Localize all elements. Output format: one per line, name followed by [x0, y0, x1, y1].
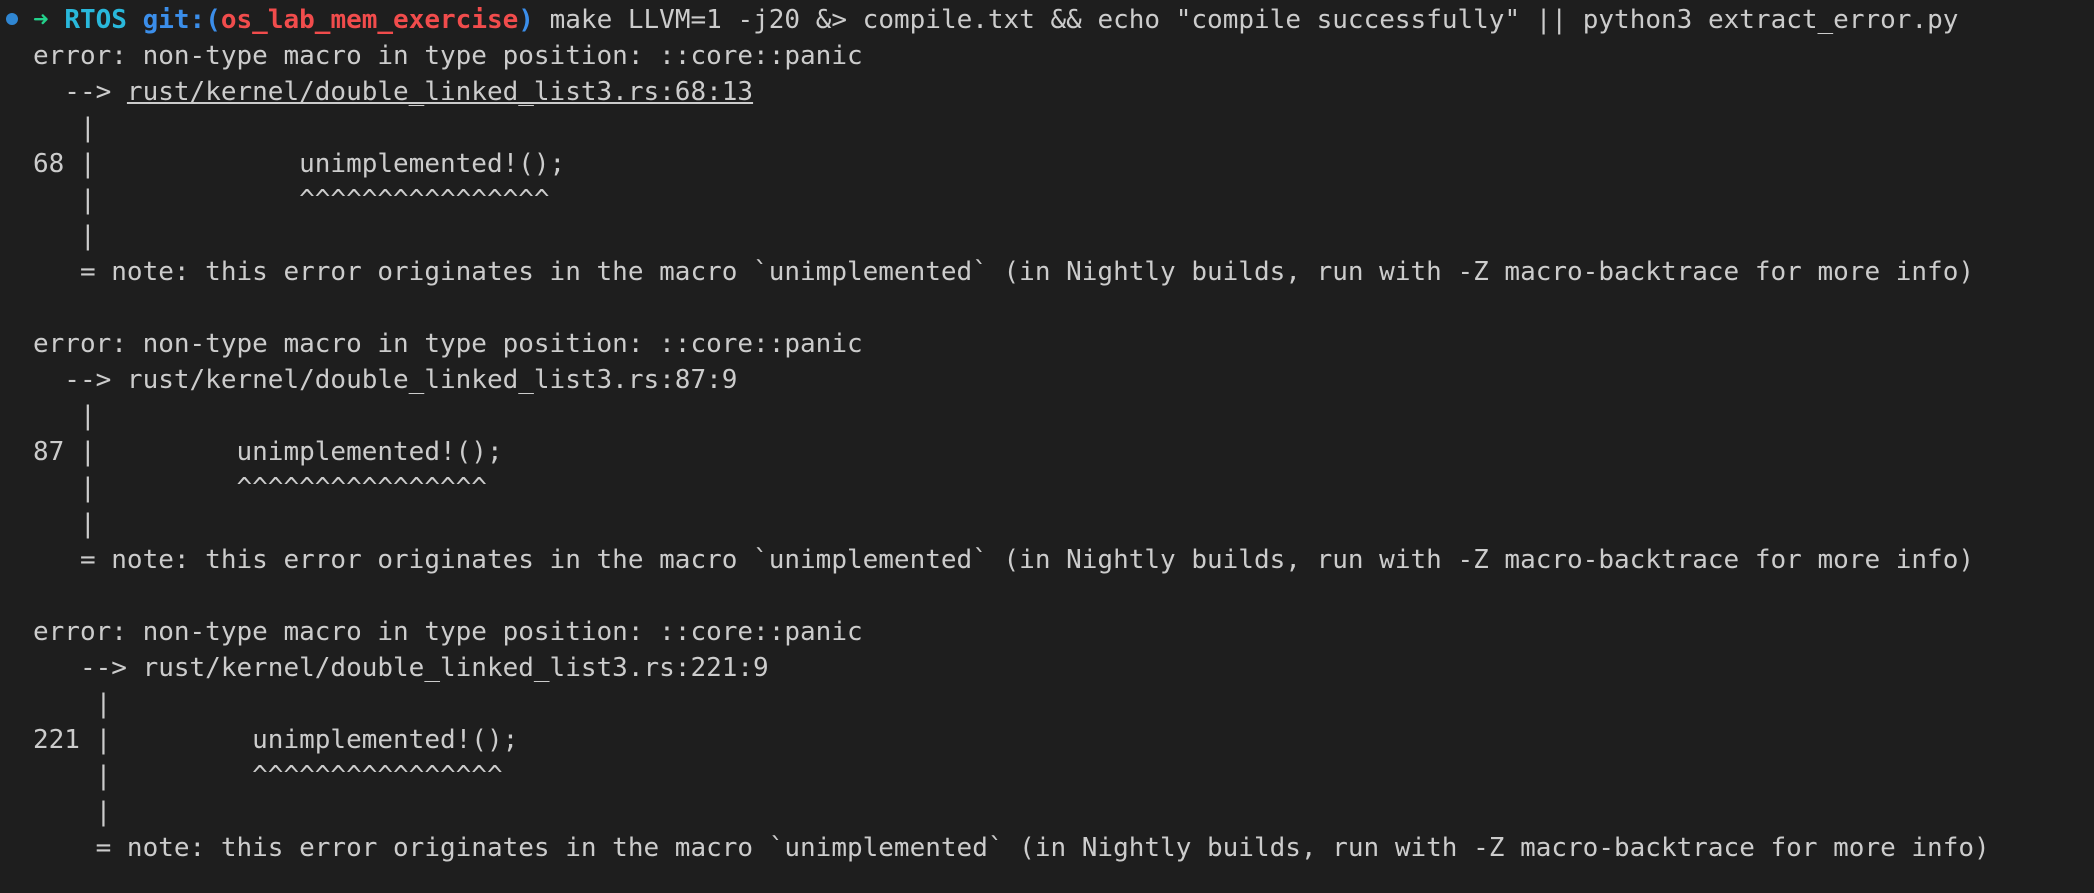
error-header: error: non-type macro in type position: …	[33, 329, 863, 359]
source-code-line: 68 | unimplemented!();	[33, 149, 566, 179]
location-arrow: -->	[33, 77, 127, 107]
gutter-line: |	[33, 221, 96, 251]
error-location-line: --> rust/kernel/double_linked_list3.rs:6…	[33, 74, 753, 110]
command-text: make LLVM=1 -j20 &> compile.txt && echo …	[549, 5, 1959, 35]
git-branch: os_lab_mem_exercise	[220, 5, 519, 35]
gutter-line: |	[33, 797, 112, 827]
error-header: error: non-type macro in type position: …	[33, 41, 863, 71]
error-marker-line: | ^^^^^^^^^^^^^^^^	[33, 473, 487, 503]
gutter-line: |	[33, 509, 96, 539]
error-marker-line: | ^^^^^^^^^^^^^^^^	[33, 185, 550, 215]
error-note: = note: this error originates in the mac…	[33, 833, 1990, 863]
prompt-arrow-icon: ➜	[33, 5, 49, 35]
git-suffix: )	[518, 5, 534, 35]
source-code-line: 221 | unimplemented!();	[33, 725, 519, 755]
error-note: = note: this error originates in the mac…	[33, 257, 1975, 287]
terminal-window[interactable]: ➜ RTOS git:(os_lab_mem_exercise) make LL…	[0, 0, 2094, 893]
error-header: error: non-type macro in type position: …	[33, 617, 863, 647]
gutter-line: |	[33, 113, 96, 143]
current-directory: RTOS	[64, 5, 127, 35]
git-prefix: git:(	[142, 5, 221, 35]
error-note: = note: this error originates in the mac…	[33, 545, 1975, 575]
file-location-link[interactable]: rust/kernel/double_linked_list3.rs:68:13	[127, 77, 753, 107]
error-location-line: --> rust/kernel/double_linked_list3.rs:2…	[33, 653, 769, 683]
error-marker-line: | ^^^^^^^^^^^^^^^^	[33, 761, 503, 791]
source-code-line: 87 | unimplemented!();	[33, 437, 503, 467]
command-status-dot-icon[interactable]	[6, 13, 18, 25]
gutter-line: |	[33, 401, 96, 431]
prompt-line: ➜ RTOS git:(os_lab_mem_exercise) make LL…	[33, 2, 1958, 38]
error-location-line: --> rust/kernel/double_linked_list3.rs:8…	[33, 365, 738, 395]
gutter-line: |	[33, 689, 112, 719]
